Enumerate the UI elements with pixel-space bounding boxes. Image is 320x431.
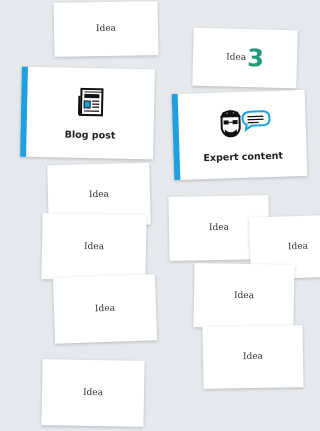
idea-label: Idea bbox=[242, 351, 264, 363]
idea-card[interactable]: Idea bbox=[41, 359, 145, 427]
idea-label: Idea bbox=[233, 290, 255, 302]
idea-card[interactable]: Idea bbox=[53, 1, 159, 57]
idea-count-badge: 3 bbox=[246, 44, 265, 73]
idea-label: Idea bbox=[88, 189, 110, 201]
idea-label: Idea bbox=[95, 23, 117, 35]
idea-card[interactable]: Idea bbox=[202, 325, 304, 389]
idea-card[interactable]: Idea bbox=[52, 274, 158, 344]
idea-label: Idea bbox=[82, 387, 104, 399]
idea-card[interactable]: Idea bbox=[41, 213, 147, 281]
newspaper-icon bbox=[74, 85, 107, 122]
idea-label: Idea bbox=[208, 222, 230, 234]
blog-post-card[interactable]: Blog post bbox=[20, 66, 155, 160]
expert-content-card[interactable]: Expert content bbox=[171, 89, 308, 181]
idea-label: Idea bbox=[226, 52, 247, 64]
blog-post-label: Blog post bbox=[64, 129, 116, 142]
idea-card-with-count[interactable]: Idea 3 bbox=[192, 27, 298, 89]
expert-speech-icon bbox=[214, 107, 271, 145]
expert-content-label: Expert content bbox=[203, 150, 284, 164]
idea-label: Idea bbox=[287, 241, 309, 253]
idea-card[interactable]: Idea bbox=[193, 263, 295, 329]
idea-label: Idea bbox=[83, 241, 105, 253]
idea-label: Idea bbox=[94, 303, 116, 315]
